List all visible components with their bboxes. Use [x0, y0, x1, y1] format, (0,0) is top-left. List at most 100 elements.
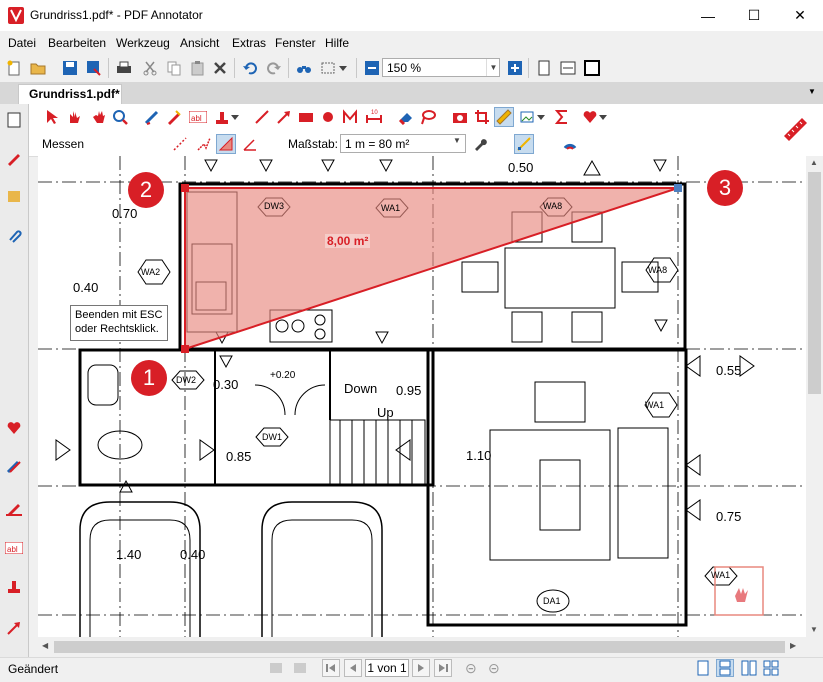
close-button[interactable]: ✕ — [777, 0, 823, 31]
scroll-up-icon[interactable]: ▲ — [810, 158, 818, 167]
find-icon[interactable] — [294, 58, 314, 78]
single-page-icon[interactable] — [534, 58, 554, 78]
vertical-scroll-thumb[interactable] — [808, 172, 821, 394]
sidebar-highlighter-icon[interactable] — [4, 456, 24, 476]
ellipse-tool-icon[interactable] — [318, 107, 338, 127]
document-canvas[interactable]: 0.70 0.40 0.50 0.30 0.95 0.85 1.10 0.55 … — [38, 156, 807, 637]
crop-tool-icon[interactable] — [472, 107, 492, 127]
measure-line-icon[interactable] — [170, 134, 190, 154]
fullscreen-icon[interactable] — [582, 58, 602, 78]
redo-icon[interactable] — [264, 58, 284, 78]
menu-ansicht[interactable]: Ansicht — [180, 36, 219, 50]
paste-icon[interactable] — [188, 58, 208, 78]
line-tool-icon[interactable] — [252, 107, 272, 127]
zoom-tool-icon[interactable] — [110, 107, 130, 127]
history-forward-icon[interactable] — [290, 659, 308, 677]
menu-bearbeiten[interactable]: Bearbeiten — [48, 36, 106, 50]
polygon-tool-icon[interactable] — [340, 107, 360, 127]
last-page-button[interactable] — [434, 659, 452, 677]
pen-tool-icon[interactable] — [142, 107, 162, 127]
select-arrow-icon[interactable] — [42, 107, 62, 127]
svg-text:10: 10 — [371, 110, 378, 116]
text-tool-icon[interactable]: abl — [188, 107, 208, 127]
copy-icon[interactable] — [164, 58, 184, 78]
distance-tool-icon[interactable]: 10 — [364, 107, 384, 127]
camera-tool-icon[interactable] — [450, 107, 470, 127]
lasso-tool-icon[interactable] — [418, 107, 438, 127]
previous-page-button[interactable] — [344, 659, 362, 677]
new-document-icon[interactable] — [4, 58, 24, 78]
single-page-view-icon[interactable] — [694, 659, 712, 677]
tab-grundriss1[interactable]: Grundriss1.pdf* — [18, 84, 122, 104]
page-number-input[interactable]: 1 von 1 — [365, 659, 409, 677]
pointer-hand-icon[interactable] — [64, 107, 84, 127]
zoom-out-button[interactable] — [362, 58, 382, 78]
favorites-heart-icon[interactable] — [4, 418, 24, 438]
calibrate-icon[interactable] — [560, 134, 580, 154]
snap-icon[interactable] — [514, 134, 534, 154]
scroll-right-icon[interactable]: ▶ — [790, 641, 796, 650]
wrench-icon[interactable] — [470, 134, 490, 154]
dim-label: 0.40 — [73, 280, 99, 295]
menu-extras[interactable]: Extras — [232, 36, 266, 50]
measure-tool-icon[interactable] — [494, 107, 514, 127]
scroll-down-icon[interactable]: ▼ — [810, 625, 818, 634]
highlighter-tool-icon[interactable] — [164, 107, 184, 127]
two-page-continuous-view-icon[interactable] — [762, 659, 780, 677]
sidebar-arrow-icon[interactable] — [4, 618, 24, 638]
sidebar-text-icon[interactable]: abl — [4, 538, 24, 558]
delete-icon[interactable] — [210, 58, 230, 78]
sidebar-stamp-icon[interactable] — [4, 576, 24, 596]
stamp-tool-icon[interactable] — [212, 107, 232, 127]
forward-arrow-icon[interactable]: ⊝ — [488, 660, 500, 677]
insert-image-icon[interactable] — [518, 107, 538, 127]
favorites-icon[interactable] — [580, 107, 600, 127]
cut-icon[interactable] — [140, 58, 160, 78]
page-thumbnail-icon[interactable] — [4, 110, 24, 130]
menu-werkzeug[interactable]: Werkzeug — [116, 36, 170, 50]
measure-angle-icon[interactable] — [240, 134, 260, 154]
eraser-tool-icon[interactable] — [396, 107, 416, 127]
history-back-icon[interactable] — [268, 659, 286, 677]
sidebar-pen-icon[interactable] — [4, 148, 24, 168]
sidebar-folder-icon[interactable] — [4, 186, 24, 206]
print-icon[interactable] — [114, 58, 134, 78]
ruler-tool-icon[interactable] — [782, 116, 808, 142]
scroll-left-icon[interactable]: ◀ — [42, 641, 48, 650]
save-icon[interactable] — [60, 58, 80, 78]
zoom-dropdown-icon[interactable]: ▼ — [486, 59, 500, 76]
undo-icon[interactable] — [240, 58, 260, 78]
rectangle-tool-icon[interactable] — [296, 107, 316, 127]
hand-tool-icon[interactable] — [88, 107, 108, 127]
open-folder-icon[interactable] — [28, 58, 48, 78]
zoom-input[interactable]: 150 % — [382, 58, 500, 77]
chevron-down-icon[interactable] — [338, 58, 348, 78]
menu-datei[interactable]: Datei — [8, 36, 36, 50]
favorites-dropdown-icon[interactable] — [598, 107, 608, 127]
back-arrow-icon[interactable]: ⊝ — [465, 660, 477, 677]
zoom-in-button[interactable] — [505, 58, 525, 78]
arrow-tool-icon[interactable] — [274, 107, 294, 127]
sidebar-marker-icon[interactable] — [4, 498, 24, 518]
scale-dropdown-icon[interactable]: ▼ — [453, 136, 461, 145]
save-as-icon[interactable] — [84, 58, 104, 78]
menu-fenster[interactable]: Fenster — [275, 36, 316, 50]
horizontal-scroll-thumb[interactable] — [54, 641, 785, 653]
measure-area-icon[interactable] — [216, 134, 236, 154]
stamp-dropdown-icon[interactable] — [230, 107, 240, 127]
menu-hilfe[interactable]: Hilfe — [325, 36, 349, 50]
next-page-button[interactable] — [412, 659, 430, 677]
fit-page-icon[interactable] — [318, 58, 338, 78]
first-page-button[interactable] — [322, 659, 340, 677]
sigma-icon[interactable] — [552, 107, 572, 127]
minimize-button[interactable]: — — [685, 0, 731, 31]
fit-width-icon[interactable] — [558, 58, 578, 78]
measure-polyline-icon[interactable] — [194, 134, 214, 154]
maximize-button[interactable]: ☐ — [731, 0, 777, 31]
attachment-icon[interactable] — [4, 226, 24, 246]
image-dropdown-icon[interactable] — [536, 107, 546, 127]
tab-list-dropdown-icon[interactable]: ▼ — [808, 87, 816, 96]
two-page-view-icon[interactable] — [740, 659, 758, 677]
continuous-view-icon[interactable] — [716, 659, 734, 677]
scale-select[interactable]: 1 m = 80 m² — [340, 134, 466, 153]
